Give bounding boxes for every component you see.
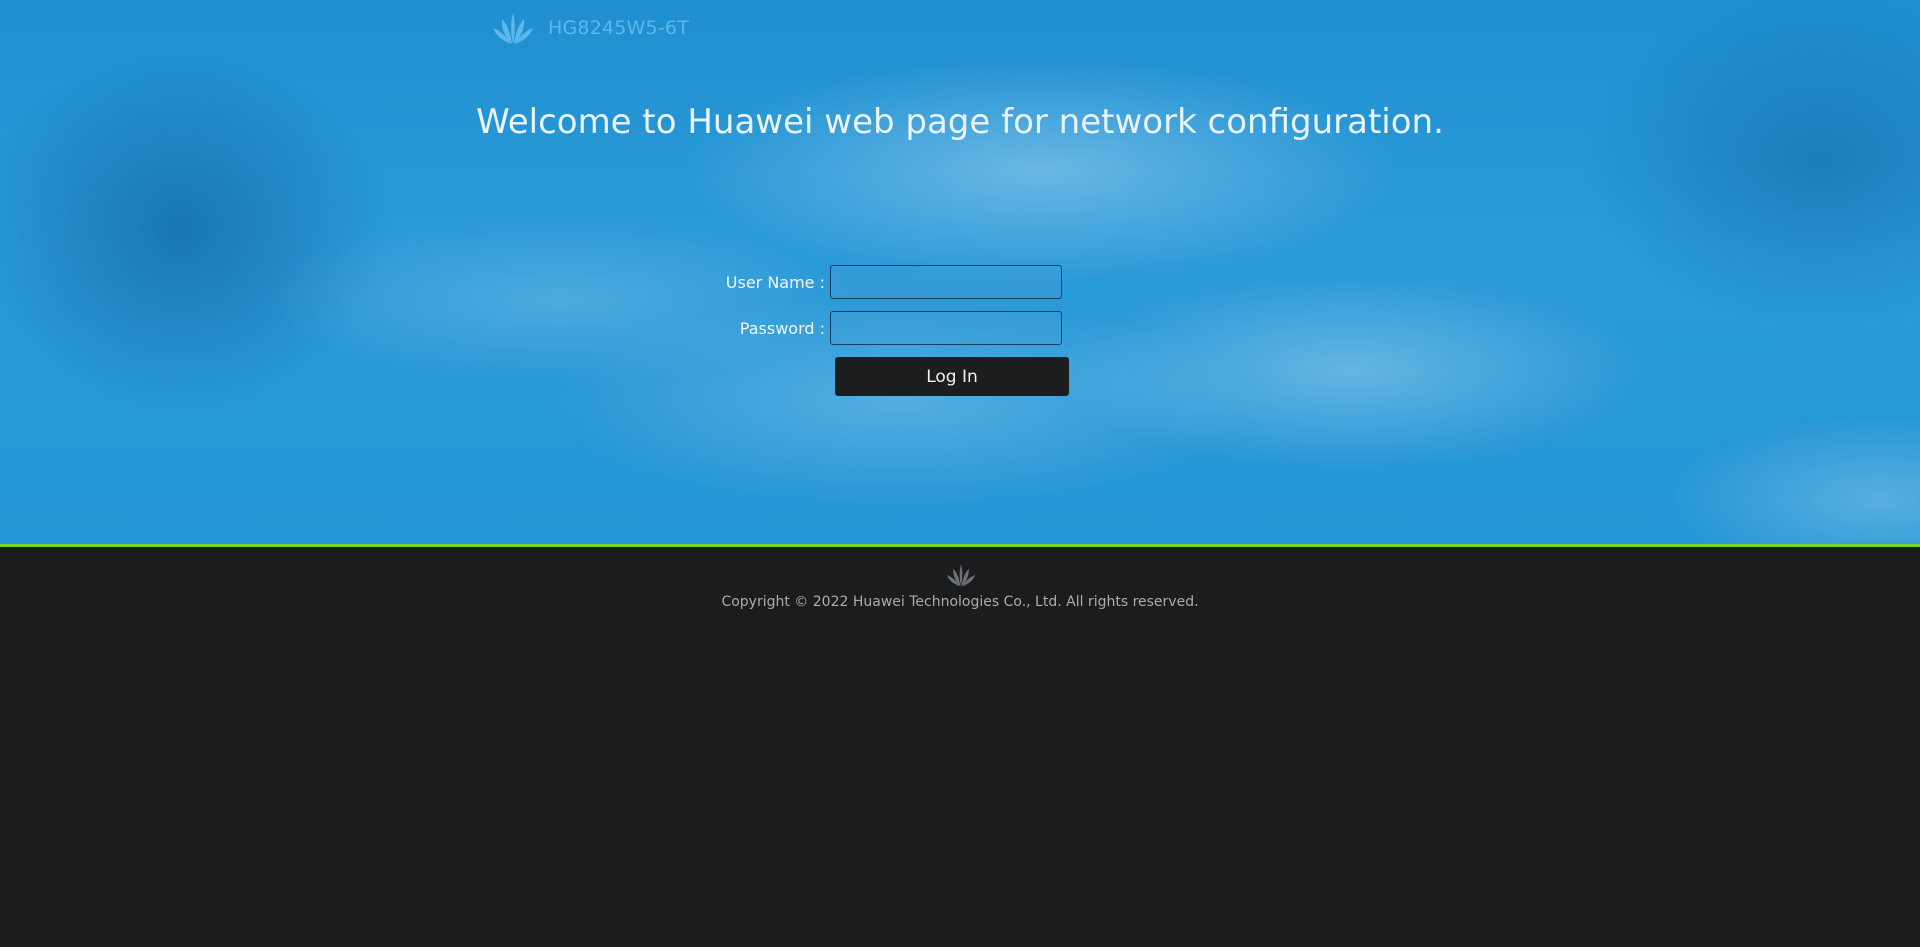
username-label: User Name : xyxy=(725,272,825,292)
password-row: Password : xyxy=(610,311,1062,345)
username-input[interactable] xyxy=(830,265,1062,299)
divider-line xyxy=(0,544,1920,547)
device-model-label: HG8245W5-6T xyxy=(548,17,689,39)
footer-huawei-logo-icon xyxy=(944,563,978,591)
password-label: Password : xyxy=(739,318,825,338)
login-button[interactable]: Log In xyxy=(835,357,1069,396)
password-input[interactable] xyxy=(830,311,1062,345)
huawei-logo-icon xyxy=(490,11,536,45)
brand-header: HG8245W5-6T xyxy=(490,10,689,46)
page-title: Welcome to Huawei web page for network c… xyxy=(476,102,1444,142)
username-row: User Name : xyxy=(610,265,1062,299)
copyright-text: Copyright © 2022 Huawei Technologies Co.… xyxy=(721,594,1199,610)
